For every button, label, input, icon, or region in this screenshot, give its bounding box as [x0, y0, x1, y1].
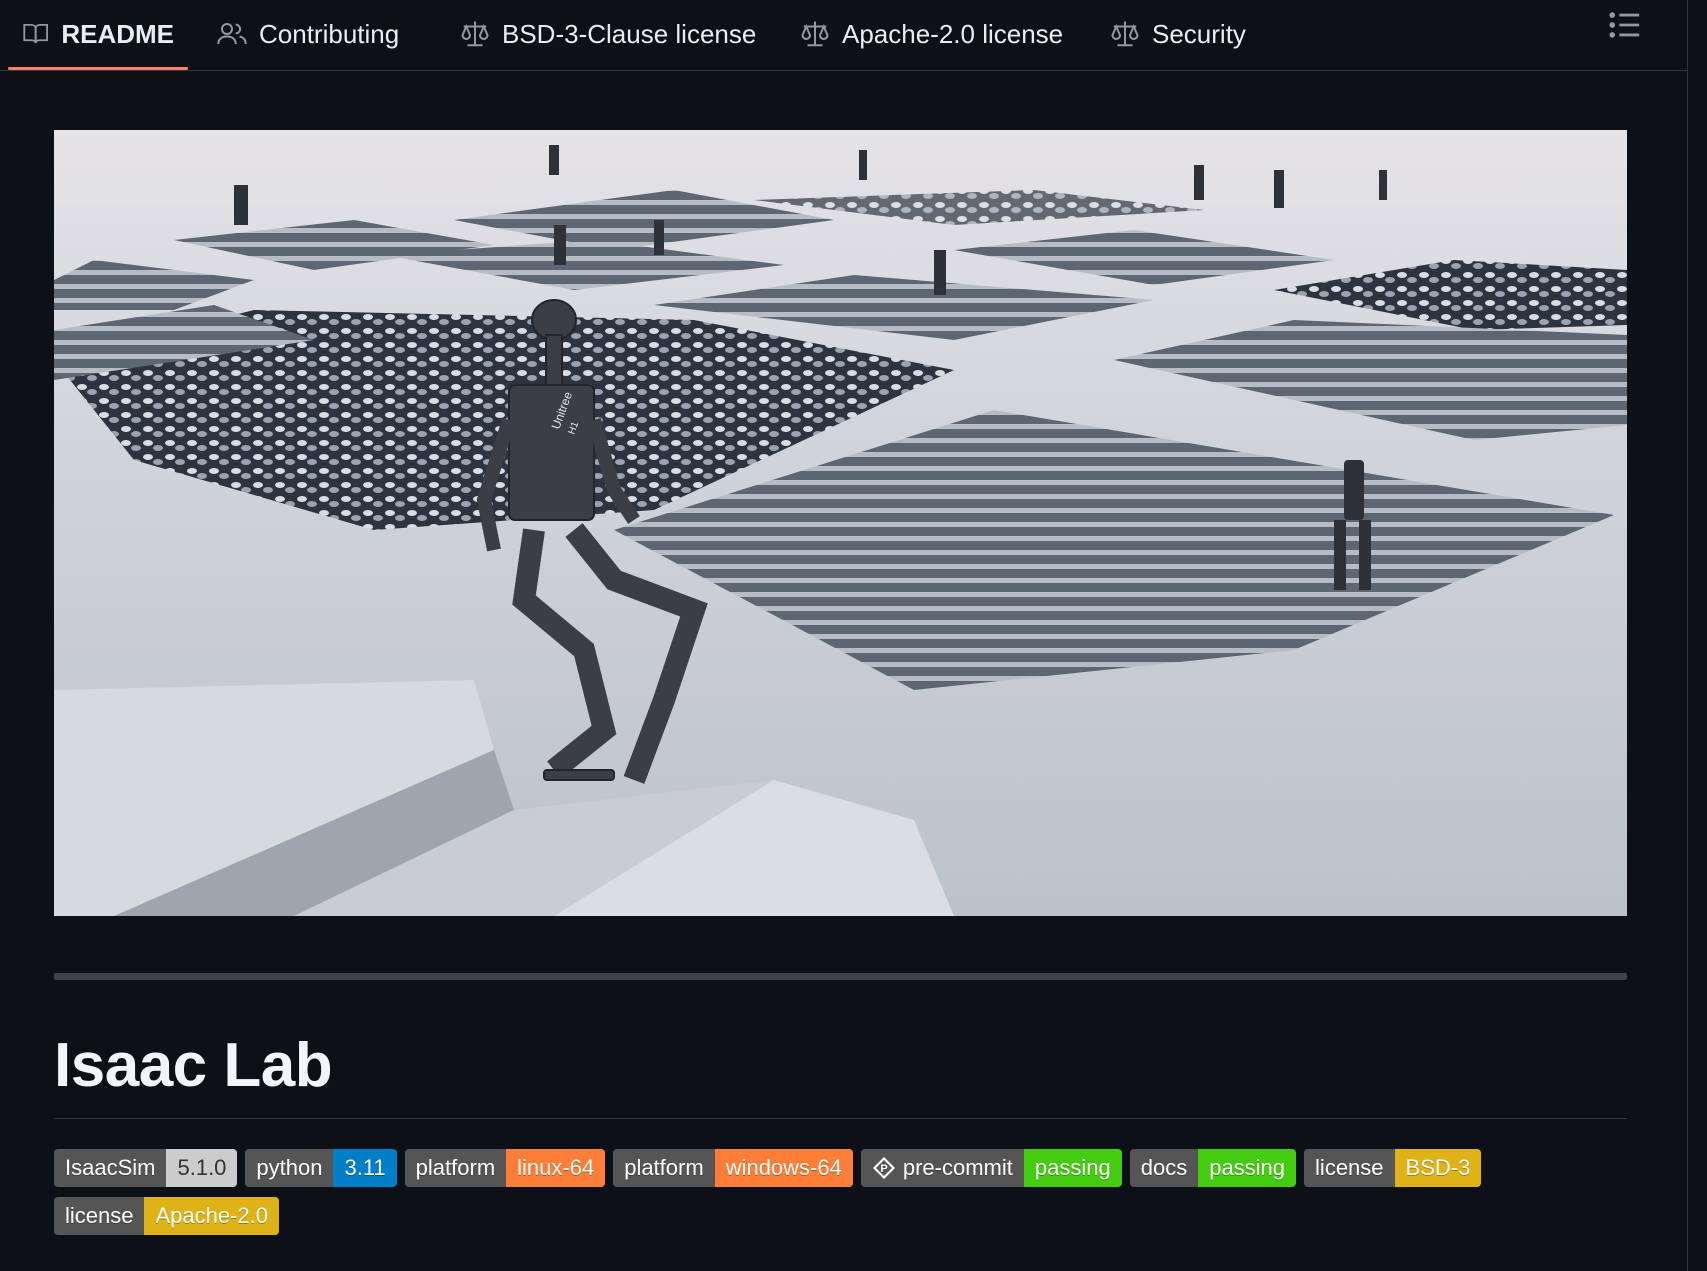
badge-label: IsaacSim	[54, 1149, 167, 1187]
badge-label: license	[54, 1197, 145, 1235]
docs-status-badge[interactable]: docs passing	[1129, 1149, 1297, 1187]
badge-label: platform	[404, 1149, 507, 1187]
law-icon	[1111, 21, 1139, 47]
law-icon	[461, 21, 489, 47]
tab-security-label: Security	[1152, 18, 1246, 49]
book-icon	[23, 23, 48, 44]
section-divider	[54, 973, 1627, 980]
title-underline	[54, 1118, 1627, 1119]
pre-commit-icon: P	[872, 1157, 895, 1179]
badge-value: Apache-2.0	[144, 1197, 280, 1235]
tab-bsd-license-label: BSD-3-Clause license	[502, 18, 757, 49]
badge-row: license Apache-2.0	[54, 1197, 280, 1235]
badge-label: license	[1304, 1149, 1395, 1187]
list-unordered-icon	[1609, 12, 1640, 38]
hero-image: Unitree H1	[54, 130, 1627, 916]
badge-value: windows-64	[714, 1149, 853, 1187]
badge-row: IsaacSim 5.1.0 python 3.11 platform linu…	[54, 1149, 1482, 1187]
badge-label-group: P pre-commit	[860, 1149, 1024, 1187]
tab-readme[interactable]: README	[8, 0, 188, 70]
platform-linux-badge[interactable]: platform linux-64	[404, 1149, 606, 1187]
badge-label: pre-commit	[902, 1155, 1013, 1180]
tab-apache-license-label: Apache-2.0 license	[842, 18, 1064, 49]
readme-tab-bar: README Contributing BSD-3-Clause license…	[0, 0, 1688, 71]
badge-value: passing	[1023, 1149, 1122, 1187]
badge-label: platform	[613, 1149, 715, 1187]
badge-label: docs	[1129, 1149, 1199, 1187]
badge-value: passing	[1198, 1149, 1297, 1187]
page-title: Isaac Lab	[54, 1031, 333, 1100]
badge-value: 5.1.0	[166, 1149, 238, 1187]
badge-value: linux-64	[506, 1149, 606, 1187]
svg-text:P: P	[880, 1163, 887, 1175]
tab-readme-label: README	[61, 18, 174, 49]
page-scrollbar[interactable]	[1687, 0, 1707, 1271]
tab-security[interactable]: Security	[1096, 0, 1260, 68]
tab-contributing-label: Contributing	[259, 18, 400, 49]
tab-bsd-license[interactable]: BSD-3-Clause license	[446, 0, 770, 68]
people-icon	[217, 23, 247, 45]
tab-contributing[interactable]: Contributing	[203, 0, 413, 68]
tab-apache-license[interactable]: Apache-2.0 license	[786, 0, 1077, 68]
platform-windows-badge[interactable]: platform windows-64	[613, 1149, 853, 1187]
law-icon	[801, 21, 829, 47]
license-apache-badge[interactable]: license Apache-2.0	[54, 1197, 280, 1235]
isaacsim-version-badge[interactable]: IsaacSim 5.1.0	[54, 1149, 238, 1187]
badge-label: python	[245, 1149, 334, 1187]
license-bsd-badge[interactable]: license BSD-3	[1304, 1149, 1482, 1187]
outline-toggle-button[interactable]	[1608, 8, 1648, 48]
badge-value: BSD-3	[1394, 1149, 1482, 1187]
badge-value: 3.11	[333, 1149, 397, 1187]
pre-commit-badge[interactable]: P pre-commit passing	[860, 1149, 1122, 1187]
python-version-badge[interactable]: python 3.11	[245, 1149, 397, 1187]
